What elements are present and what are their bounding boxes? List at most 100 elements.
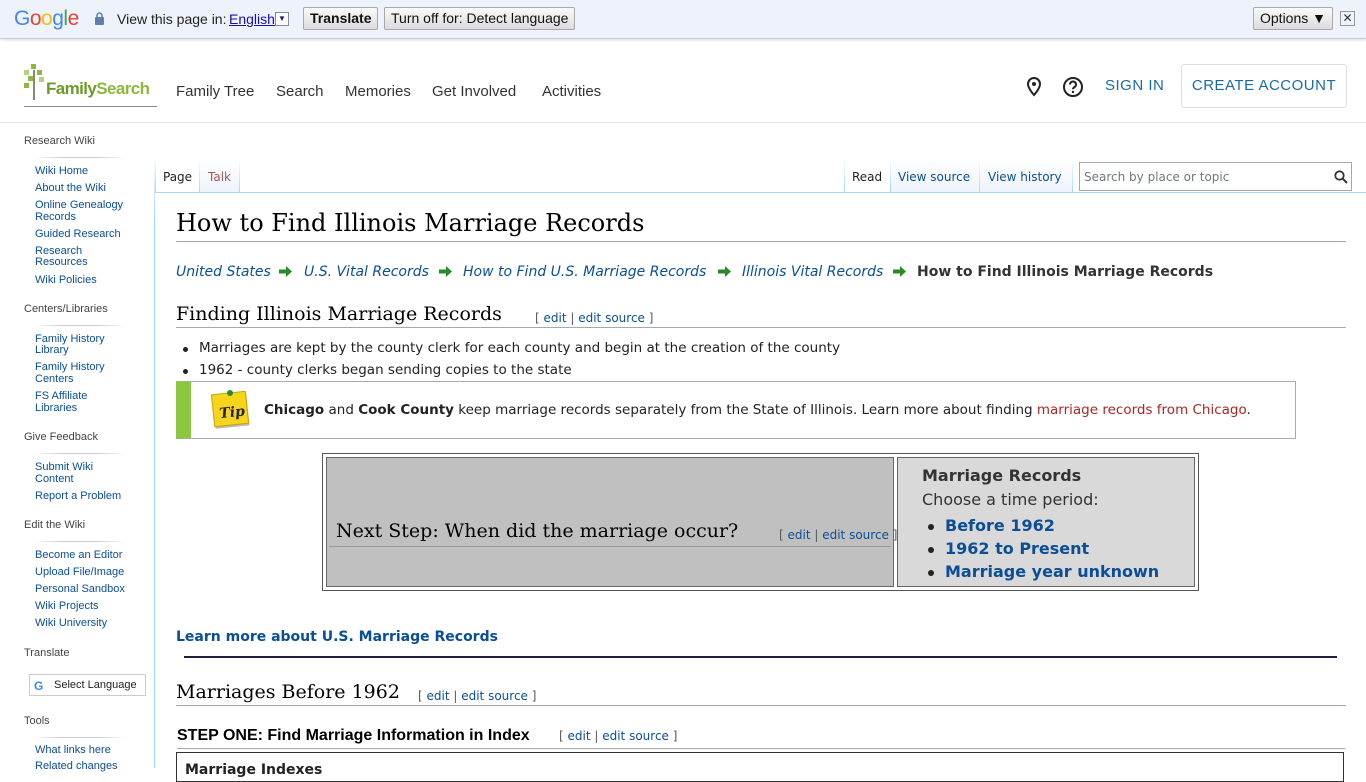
tab-page[interactable]: Page — [156, 158, 199, 192]
sidebar-item-upload-file[interactable]: Upload File/Image — [35, 566, 145, 578]
nav-memories[interactable]: Memories — [345, 83, 411, 100]
option-year-unknown[interactable]: Marriage year unknown — [927, 562, 1159, 581]
familysearch-logo[interactable]: FamilySearch — [24, 64, 157, 107]
sidebar-heading-edit: Edit the Wiki — [24, 519, 86, 531]
sidebar-item-online-genealogy-records[interactable]: Records — [35, 211, 145, 223]
tab-view-history[interactable]: View history — [980, 158, 1072, 192]
edit-source-link[interactable]: edit source — [578, 311, 645, 325]
language-link[interactable]: English — [229, 11, 275, 27]
edit-link[interactable]: edit — [568, 729, 591, 743]
google-logo: Google — [14, 7, 79, 30]
sidebar-item-fh-centers[interactable]: Family History — [35, 361, 145, 373]
section-heading-before-1962: Marriages Before 1962 — [176, 681, 1346, 706]
select-language-dropdown[interactable]: G Select Language — [29, 674, 146, 696]
sidebar-item-related-changes[interactable]: Related changes — [35, 760, 145, 772]
options-button[interactable]: Options ▼ — [1253, 7, 1333, 30]
edit-link[interactable]: edit — [427, 689, 450, 703]
marriage-records-title: Marriage Records — [922, 466, 1082, 485]
lock-icon — [95, 12, 104, 25]
translate-bar: Google View this page in: English ▼ Tran… — [0, 0, 1366, 39]
breadcrumb-us-vital-records[interactable]: U.S. Vital Records — [304, 264, 429, 280]
chicago-marriage-link[interactable]: marriage records from Chicago — [1037, 402, 1247, 418]
step-one-heading: STEP ONE: Find Marriage Information in I… — [177, 727, 1345, 749]
section-edit-links: [ edit | edit source ] — [779, 528, 898, 542]
sidebar-divider — [34, 453, 126, 454]
sidebar-divider — [34, 157, 126, 158]
tab-talk[interactable]: Talk — [200, 158, 239, 192]
sidebar-divider — [34, 541, 126, 542]
next-step-cell: Next Step: When did the marriage occur? … — [326, 457, 898, 587]
location-pin-icon[interactable] — [1023, 76, 1045, 98]
sidebar-item-wiki-policies[interactable]: Wiki Policies — [35, 274, 145, 286]
sidebar-heading-centers: Centers/Libraries — [24, 303, 108, 315]
sidebar-heading-research-wiki: Research Wiki — [24, 135, 95, 147]
content-left-border — [154, 156, 155, 768]
divider — [184, 656, 1337, 658]
sidebar-heading-translate: Translate — [24, 647, 70, 659]
nav-search[interactable]: Search — [276, 83, 324, 100]
close-icon[interactable]: ✕ — [1340, 11, 1355, 26]
sidebar-item-personal-sandbox[interactable]: Personal Sandbox — [35, 583, 145, 595]
logo-text: FamilySearch — [46, 79, 150, 98]
sidebar-item-wiki-university[interactable]: Wiki University — [35, 617, 145, 629]
section-edit-links: [ edit | edit source ] — [418, 689, 537, 703]
marriage-records-subtitle: Choose a time period: — [922, 490, 1099, 509]
sidebar-item-guided-research[interactable]: Guided Research — [35, 228, 145, 240]
tab-separator — [1072, 158, 1073, 192]
sidebar-item-wiki-home[interactable]: Wiki Home — [35, 165, 145, 177]
sidebar-item-online-genealogy[interactable]: Online Genealogy — [35, 199, 145, 211]
sidebar-item-fs-affiliate-2[interactable]: Libraries — [35, 402, 145, 414]
nav-family-tree[interactable]: Family Tree — [176, 83, 254, 100]
nav-get-involved[interactable]: Get Involved — [432, 83, 516, 100]
sidebar-item-research-resources[interactable]: Resources — [35, 256, 145, 268]
breadcrumb-us-marriage-records[interactable]: How to Find U.S. Marriage Records — [463, 264, 706, 280]
google-g-icon: G — [34, 679, 44, 693]
tab-view-source[interactable]: View source — [891, 158, 979, 192]
tab-separator — [239, 158, 240, 192]
sidebar: Research Wiki Wiki Home About the Wiki O… — [0, 124, 154, 772]
help-icon[interactable] — [1062, 76, 1084, 98]
create-account-button[interactable]: CREATE ACCOUNT — [1181, 64, 1347, 108]
option-1962-to-present[interactable]: 1962 to Present — [927, 539, 1089, 558]
edit-link[interactable]: edit — [544, 311, 567, 325]
content-top-border — [155, 192, 1366, 193]
tab-read[interactable]: Read — [845, 158, 890, 192]
edit-source-link[interactable]: edit source — [602, 729, 669, 743]
edit-source-link[interactable]: edit source — [461, 689, 528, 703]
sidebar-item-what-links-here[interactable]: What links here — [35, 744, 145, 756]
list-item: 1962 - county clerks began sending copie… — [183, 362, 572, 378]
divider — [329, 546, 891, 547]
wiki-search-input[interactable]: Search by place or topic — [1079, 162, 1352, 191]
learn-more-link[interactable]: Learn more about U.S. Marriage Records — [176, 629, 498, 645]
tip-text: Chicago and Cook County keep marriage re… — [264, 402, 1251, 418]
sidebar-item-fh-centers-2[interactable]: Centers — [35, 373, 145, 385]
sidebar-item-submit-content-2[interactable]: Content — [35, 473, 145, 485]
breadcrumb-illinois-vital-records[interactable]: Illinois Vital Records — [742, 264, 883, 280]
sidebar-item-report-problem[interactable]: Report a Problem — [35, 490, 145, 502]
sidebar-heading-feedback: Give Feedback — [24, 431, 98, 443]
sidebar-item-become-editor[interactable]: Become an Editor — [35, 549, 145, 561]
section-heading-finding: Finding Illinois Marriage Records — [176, 303, 1346, 328]
sign-in-link[interactable]: SIGN IN — [1105, 77, 1164, 94]
search-icon[interactable] — [1334, 170, 1348, 184]
sidebar-item-fh-library-2[interactable]: Library — [35, 344, 145, 356]
sidebar-divider — [34, 737, 126, 738]
edit-source-link[interactable]: edit source — [822, 528, 889, 542]
option-before-1962[interactable]: Before 1962 — [928, 516, 1055, 535]
language-dropdown-icon[interactable]: ▼ — [275, 12, 289, 26]
sidebar-item-about-wiki[interactable]: About the Wiki — [35, 182, 145, 194]
sidebar-item-wiki-projects[interactable]: Wiki Projects — [35, 600, 145, 612]
edit-link[interactable]: edit — [788, 528, 811, 542]
translate-button[interactable]: Translate — [303, 7, 379, 30]
sidebar-item-submit-content[interactable]: Submit Wiki — [35, 461, 145, 473]
turn-off-button[interactable]: Turn off for: Detect language — [384, 7, 576, 30]
svg-text:Tip: Tip — [219, 403, 246, 422]
tip-note-icon: Tip — [210, 390, 250, 429]
nav-activities[interactable]: Activities — [542, 83, 601, 100]
site-header: FamilySearch Family Tree Search Memories… — [0, 40, 1366, 123]
page-title: How to Find Illinois Marriage Records — [176, 209, 1346, 242]
sidebar-item-fs-affiliate[interactable]: FS Affiliate — [35, 390, 145, 402]
breadcrumb-united-states[interactable]: United States — [176, 264, 271, 280]
arrow-right-icon — [279, 266, 292, 277]
next-step-question: Next Step: When did the marriage occur? — [336, 520, 739, 542]
